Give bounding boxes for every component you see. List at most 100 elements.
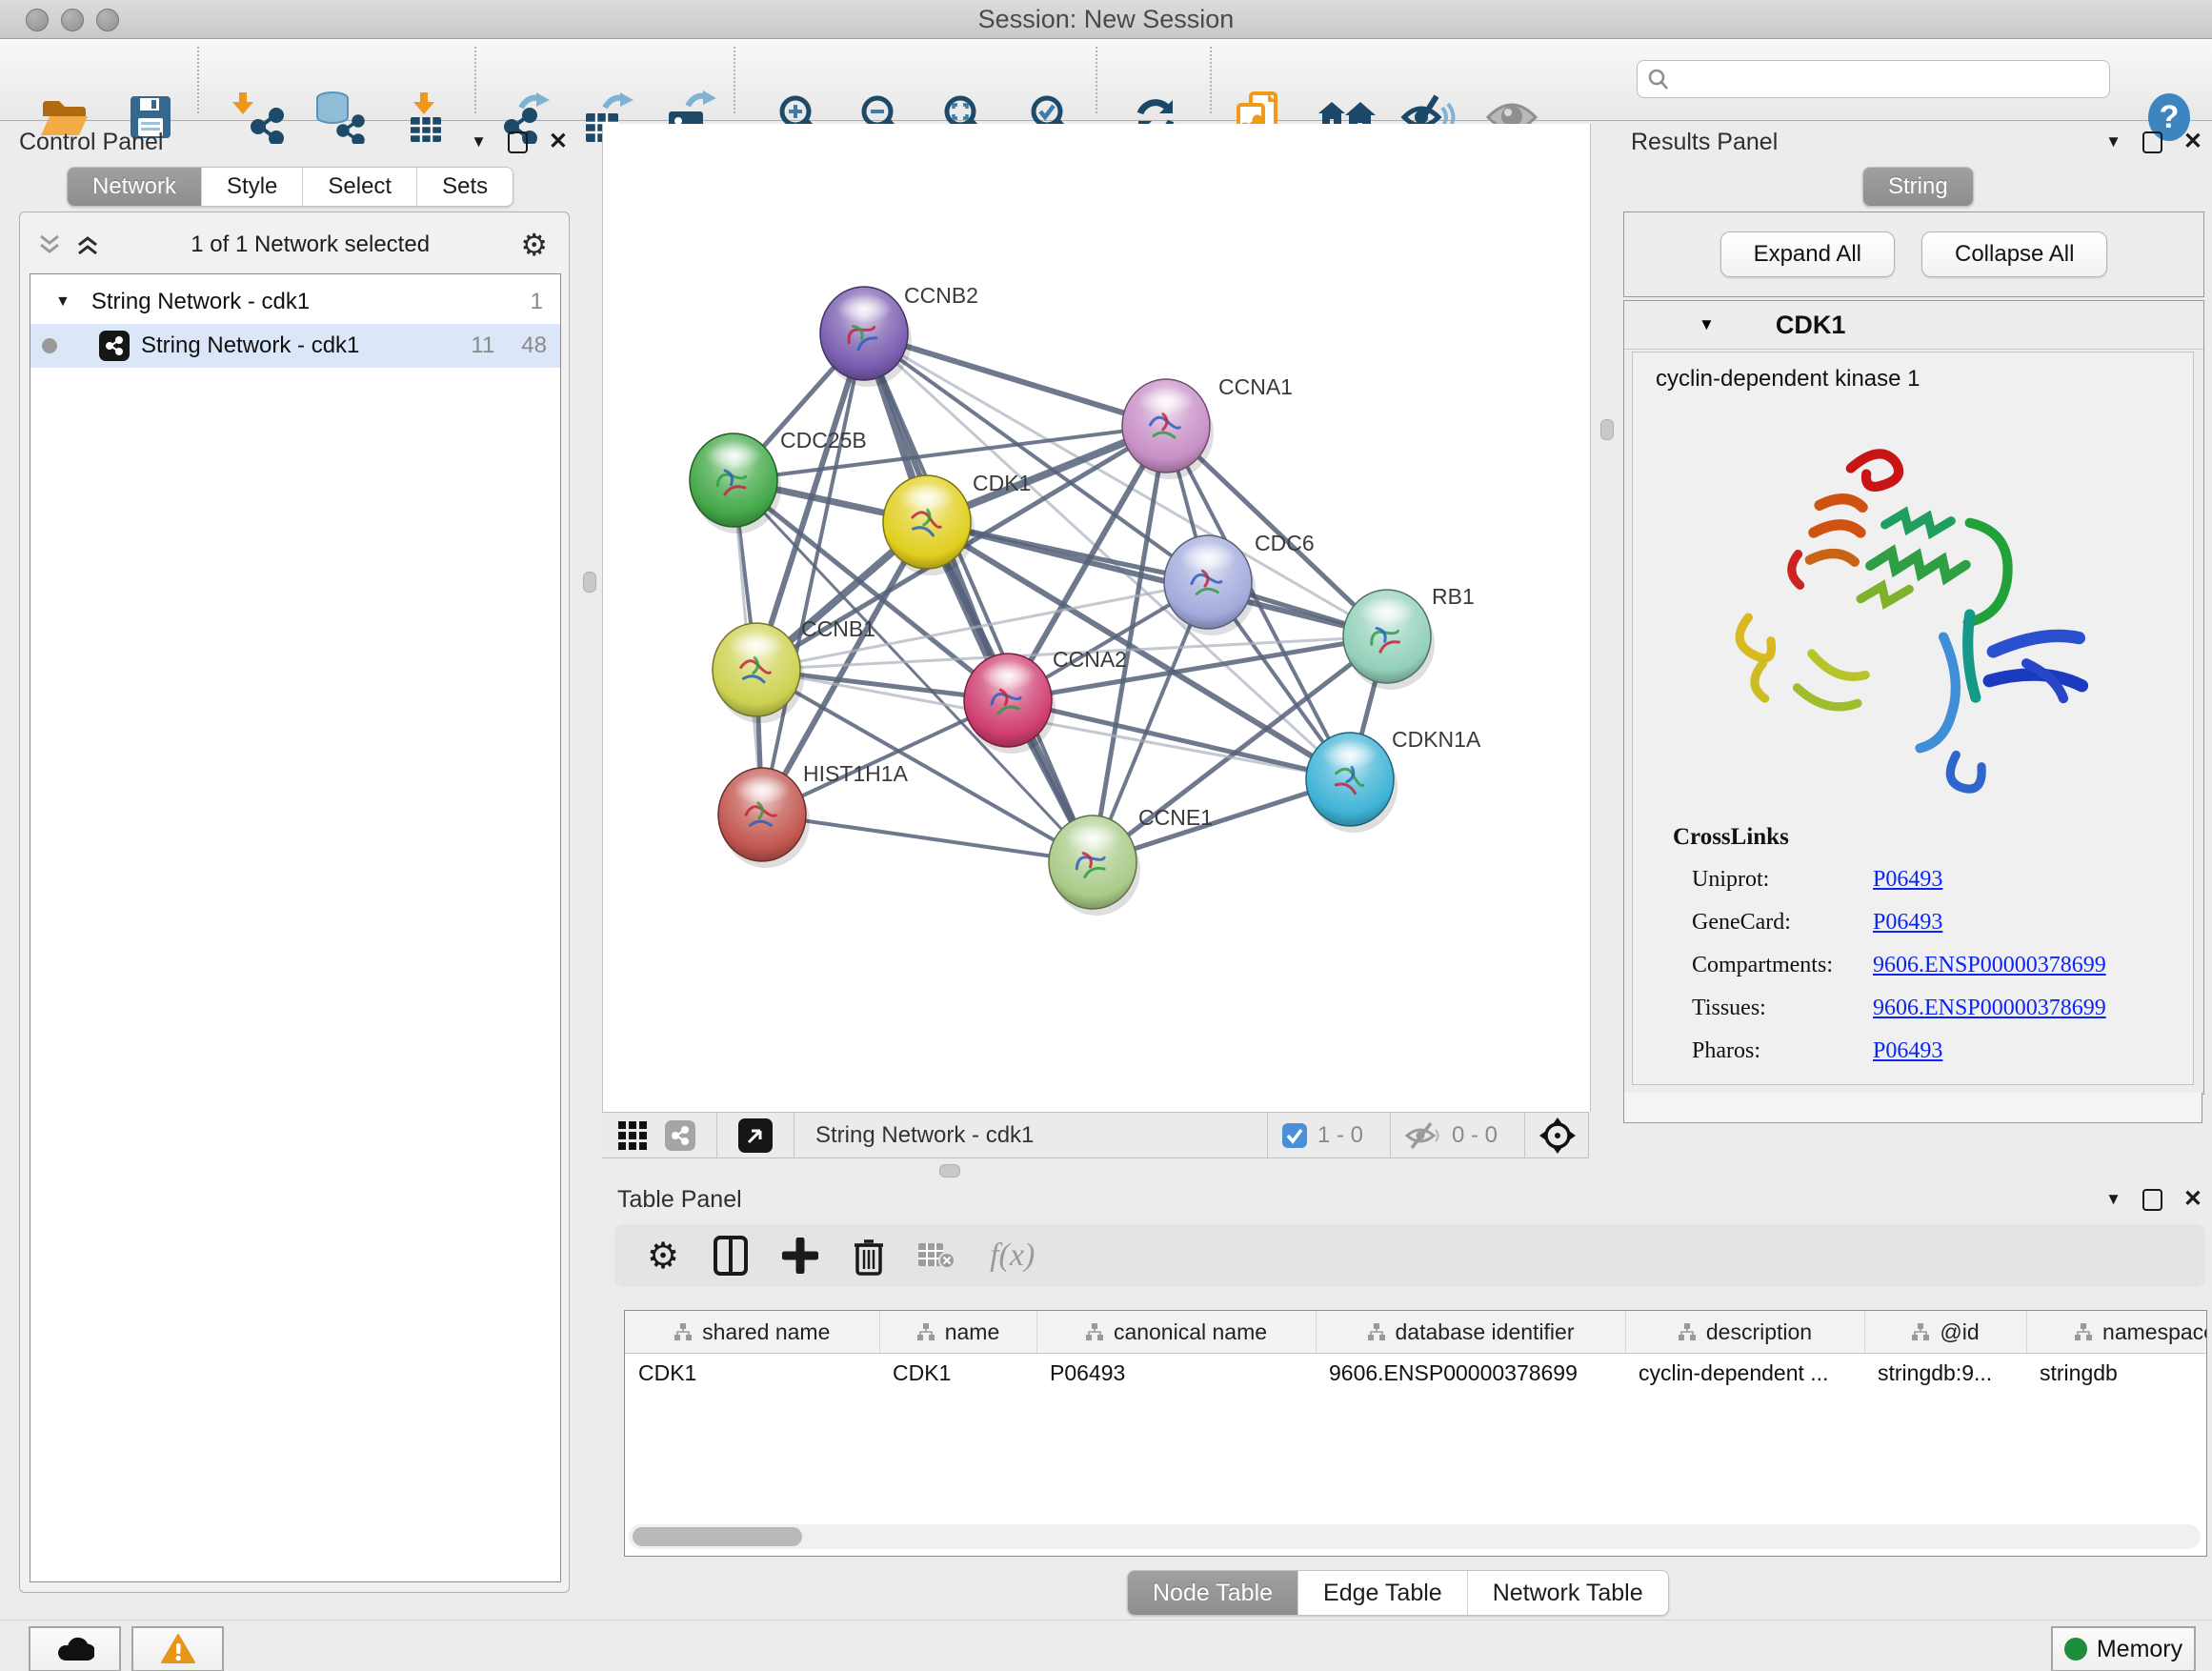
tab-string[interactable]: String — [1863, 168, 1973, 206]
selected-checkbox-icon[interactable] — [1281, 1122, 1308, 1149]
node-label: CCNA1 — [1218, 374, 1293, 399]
column-header[interactable]: database identifier — [1316, 1311, 1625, 1354]
hidden-counts: 0 - 0 — [1452, 1122, 1498, 1149]
results-panel-tabs: String — [1862, 167, 1974, 207]
show-columns-icon[interactable] — [714, 1236, 748, 1276]
network-options-gear-icon[interactable]: ⚙ — [520, 227, 548, 263]
tab-style[interactable]: Style — [201, 168, 302, 206]
node-label: CDK1 — [973, 471, 1031, 495]
table-horizontal-scrollbar[interactable] — [629, 1524, 2201, 1549]
center-view-crosshair-icon[interactable] — [1538, 1117, 1577, 1155]
tab-edge-table[interactable]: Edge Table — [1297, 1571, 1467, 1615]
node-label: CCNE1 — [1138, 805, 1213, 830]
network-status-dot-icon — [42, 338, 57, 353]
crosslink-label: Uniprot: — [1692, 867, 1769, 893]
delete-table-icon[interactable] — [917, 1240, 955, 1271]
warning-status-button[interactable] — [131, 1626, 224, 1671]
toolbar-separator — [1096, 47, 1097, 113]
scrollbar-thumb[interactable] — [633, 1527, 802, 1546]
node-label: CCNA2 — [1053, 647, 1127, 672]
bottom-splitter-grip[interactable] — [939, 1164, 960, 1178]
column-type-icon — [2074, 1323, 2093, 1340]
results-scrollbar[interactable] — [1623, 1093, 2202, 1123]
panel-menu-icon[interactable]: ▼ — [2105, 132, 2122, 151]
table-options-gear-icon[interactable]: ⚙ — [647, 1235, 679, 1278]
string-network-graph[interactable]: CCNB2CCNA1CDC25BCDK1CDC6RB1CCNB1CCNA2CDK… — [603, 124, 1590, 1112]
toolbar-separator — [197, 47, 199, 113]
search-input[interactable] — [1670, 66, 2109, 92]
collapse-all-button[interactable]: Collapse All — [1921, 232, 2107, 277]
right-splitter-grip[interactable] — [1600, 419, 1614, 440]
tab-sets[interactable]: Sets — [416, 168, 513, 206]
cloud-status-button[interactable] — [29, 1626, 121, 1671]
network-node-count: 11 — [471, 332, 494, 359]
network-view-icon[interactable] — [665, 1120, 695, 1151]
entry-collapse-icon[interactable]: ▼ — [1699, 315, 1715, 334]
protein-structure-image — [1699, 408, 2100, 817]
memory-button[interactable]: Memory — [2051, 1626, 2196, 1671]
control-panel-title: Control Panel — [19, 129, 163, 156]
collapse-all-networks-icon[interactable] — [37, 233, 62, 256]
toolbar-separator — [474, 47, 476, 113]
node-table[interactable]: shared name name canonical name database… — [624, 1310, 2207, 1557]
crosslinks-title: CrossLinks — [1673, 824, 1789, 851]
application-window: Session: New Session — [0, 0, 2212, 1671]
network-canvas[interactable]: CCNB2CCNA1CDC25BCDK1CDC6RB1CCNB1CCNA2CDK… — [602, 124, 1591, 1112]
crosslink-label: Tissues: — [1692, 996, 1766, 1021]
grid-view-icon[interactable] — [617, 1120, 648, 1151]
column-header[interactable]: canonical name — [1036, 1311, 1316, 1354]
panel-close-icon[interactable]: ✕ — [2183, 1190, 2202, 1209]
birdseye-view-icon[interactable] — [738, 1118, 773, 1153]
panel-close-icon[interactable]: ✕ — [549, 132, 568, 151]
entry-details: cyclin-dependent kinase 1 — [1632, 352, 2194, 1085]
delete-column-icon[interactable] — [853, 1236, 885, 1276]
column-header[interactable]: shared name — [625, 1311, 879, 1354]
title-bar: Session: New Session — [0, 0, 2212, 39]
left-splitter-grip[interactable] — [583, 572, 596, 593]
table-panel-tabs: Node Table Edge Table Network Table — [1127, 1570, 1669, 1616]
collection-expand-icon[interactable]: ▼ — [55, 293, 70, 311]
panel-float-icon[interactable] — [508, 131, 528, 153]
selected-counts: 1 - 0 — [1317, 1122, 1363, 1149]
collection-count: 1 — [531, 289, 543, 315]
memory-label: Memory — [2097, 1636, 2182, 1663]
crosslink-value: P06493 — [1873, 910, 1942, 936]
entry-gene-name: CDK1 — [1776, 311, 1846, 340]
window-title: Session: New Session — [0, 0, 2212, 38]
expand-all-button[interactable]: Expand All — [1720, 232, 1895, 277]
memory-status-dot-icon — [2064, 1638, 2087, 1661]
table-header-row: shared name name canonical name database… — [625, 1311, 2207, 1354]
results-actions: Expand All Collapse All — [1623, 211, 2204, 297]
main-toolbar: ? — [0, 39, 2212, 121]
entry-description: cyclin-dependent kinase 1 — [1656, 366, 1920, 393]
string-network-icon — [99, 331, 130, 361]
panel-menu-icon[interactable]: ▼ — [2105, 1190, 2122, 1209]
tab-node-table[interactable]: Node Table — [1128, 1571, 1297, 1615]
tab-network-table[interactable]: Network Table — [1467, 1571, 1668, 1615]
panel-float-icon[interactable] — [2142, 131, 2162, 153]
panel-float-icon[interactable] — [2142, 1189, 2162, 1211]
network-collection-row[interactable]: ▼ String Network - cdk1 1 — [30, 280, 560, 324]
network-label: String Network - cdk1 — [141, 332, 359, 359]
node-label: CDC25B — [780, 428, 867, 453]
tab-select[interactable]: Select — [302, 168, 416, 206]
column-header[interactable]: name — [879, 1311, 1036, 1354]
hidden-eye-slash-icon[interactable] — [1404, 1121, 1442, 1150]
table-row[interactable]: CDK1 CDK1 P06493 9606.ENSP00000378699 cy… — [625, 1354, 2207, 1393]
panel-close-icon[interactable]: ✕ — [2183, 132, 2202, 151]
column-header[interactable]: description — [1625, 1311, 1864, 1354]
toolbar-search[interactable] — [1637, 60, 2110, 98]
results-panel-title: Results Panel — [1631, 129, 1778, 156]
warning-icon — [161, 1634, 195, 1664]
column-header[interactable]: namespace — [2026, 1311, 2207, 1354]
column-header[interactable]: @id — [1864, 1311, 2026, 1354]
expand-all-networks-icon[interactable] — [75, 233, 100, 256]
panel-menu-icon[interactable]: ▼ — [471, 132, 487, 151]
function-builder-icon[interactable]: f(x) — [990, 1238, 1035, 1274]
tab-network[interactable]: Network — [68, 168, 201, 206]
toolbar-separator — [1210, 47, 1212, 113]
control-panel-tabs: Network Style Select Sets — [67, 167, 513, 207]
network-row-selected[interactable]: String Network - cdk1 11 48 — [30, 324, 560, 368]
add-column-icon[interactable] — [782, 1238, 818, 1274]
network-selection-status: 1 of 1 Network selected — [100, 232, 520, 258]
